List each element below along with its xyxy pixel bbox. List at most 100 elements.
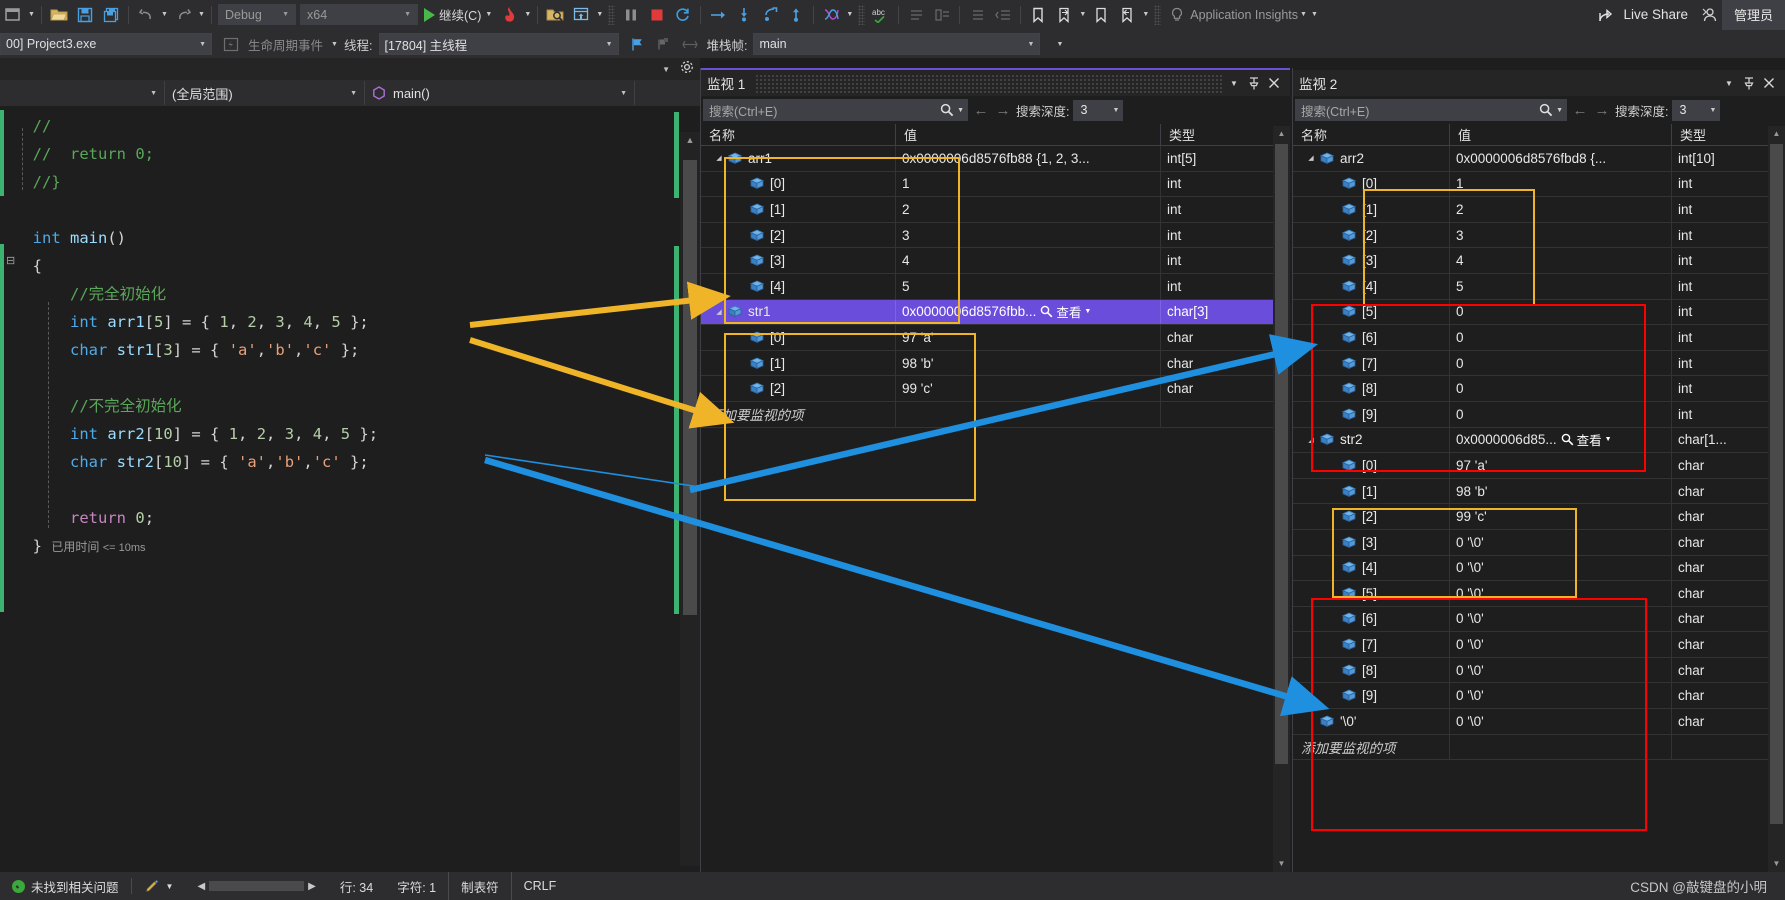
- table-row[interactable]: ◢ str2 0x0000006d85... 查看 ▼ char[1...: [1293, 427, 1785, 454]
- table-row[interactable]: [1] 98 'b' char: [1293, 478, 1785, 505]
- table-row[interactable]: [2] 3 int: [1293, 222, 1785, 249]
- table-row[interactable]: [4] 0 '\0' char: [1293, 555, 1785, 582]
- toolbar-grip-3[interactable]: [1154, 4, 1162, 25]
- table-row[interactable]: [7] 0 int: [1293, 350, 1785, 377]
- variable-value[interactable]: 5: [896, 273, 1161, 299]
- bookmark-icon[interactable]: [1025, 2, 1051, 28]
- redo-dropdown-caret[interactable]: ▼: [196, 11, 207, 18]
- member-combo[interactable]: main() ▼: [365, 81, 635, 105]
- table-row[interactable]: [4] 5 int: [701, 273, 1290, 300]
- threads-caret[interactable]: ▼: [844, 11, 855, 18]
- hot-reload-caret[interactable]: ▼: [522, 11, 533, 18]
- variable-value[interactable]: 97 'a': [1450, 453, 1672, 478]
- code-text-area[interactable]: ⊟ // // return 0; //} int main() { //完全初…: [0, 106, 700, 866]
- continue-button[interactable]: 继续(C) ▼: [420, 5, 496, 24]
- variable-value[interactable]: 2: [896, 197, 1161, 222]
- bookmark-prev-caret[interactable]: ▼: [1140, 11, 1151, 18]
- stackframe-combo[interactable]: main ▼: [753, 33, 1041, 55]
- variable-value[interactable]: 4: [896, 248, 1161, 273]
- table-row[interactable]: [4] 5 int: [1293, 273, 1785, 300]
- fold-toggle[interactable]: ⊟: [6, 254, 15, 267]
- spellcheck-icon[interactable]: abc: [868, 2, 894, 28]
- step-over-icon[interactable]: [705, 2, 731, 28]
- table-row[interactable]: [2] 99 'c' char: [701, 376, 1290, 402]
- watch-2-col-value[interactable]: 值: [1450, 124, 1672, 145]
- view-magnifier[interactable]: 查看 ▼: [1040, 302, 1091, 321]
- table-row[interactable]: [0] 97 'a' char: [701, 325, 1290, 351]
- debugbar-overflow-caret[interactable]: ▼: [1054, 41, 1065, 48]
- editor-dropdown-caret[interactable]: ▼: [662, 65, 670, 74]
- platform-combo[interactable]: x64 ▼: [300, 4, 418, 25]
- watch-1-pin-icon[interactable]: [1244, 73, 1264, 93]
- project-combo[interactable]: ▼: [0, 81, 165, 105]
- watch-1-vertical-scrollbar[interactable]: ▲ ▼: [1273, 126, 1290, 872]
- watch-2-scroll-thumb[interactable]: [1770, 144, 1783, 824]
- watch-2-col-name[interactable]: 名称: [1293, 124, 1450, 145]
- table-row[interactable]: [8] 0 '\0' char: [1293, 657, 1785, 684]
- save-all-icon[interactable]: [98, 2, 124, 28]
- table-row[interactable]: [3] 4 int: [701, 248, 1290, 274]
- watch-1-dropdown-icon[interactable]: ▼: [1224, 73, 1244, 93]
- user-icon[interactable]: [1696, 2, 1722, 28]
- table-row[interactable]: [0] 1 int: [701, 171, 1290, 198]
- attach-process-icon[interactable]: [542, 2, 568, 28]
- chevron-down-icon-3[interactable]: ▼: [485, 11, 492, 18]
- toolbar-grip-2[interactable]: [858, 4, 866, 25]
- threads-icon[interactable]: [818, 2, 844, 28]
- variable-value[interactable]: 0x0000006d85... 查看 ▼: [1450, 427, 1672, 453]
- table-row[interactable]: [5] 0 '\0' char: [1293, 581, 1785, 607]
- variable-value[interactable]: 0: [1450, 376, 1672, 401]
- watch-1-close-icon[interactable]: [1264, 73, 1284, 93]
- bookmark-prev2-icon[interactable]: [1114, 2, 1140, 28]
- open-folder-icon[interactable]: [46, 2, 72, 28]
- watch-1-next-match-icon[interactable]: →: [994, 102, 1012, 119]
- thread-combo[interactable]: [17804] 主线程 ▼: [378, 33, 619, 55]
- variable-value[interactable]: 0: [1450, 401, 1672, 427]
- variable-value[interactable]: 0: [1450, 325, 1672, 350]
- scope-combo[interactable]: (全局范围) ▼: [165, 81, 365, 105]
- variable-value[interactable]: 0 '\0': [1450, 606, 1672, 632]
- scroll-track[interactable]: [209, 881, 305, 891]
- variable-value[interactable]: 99 'c': [896, 376, 1161, 401]
- gear-icon[interactable]: [680, 60, 694, 79]
- lifecycle-events-icon[interactable]: [218, 31, 244, 57]
- codelens-button[interactable]: ▼: [132, 872, 186, 900]
- watch-2-scroll-up-icon[interactable]: ▲: [1768, 126, 1785, 142]
- row-expander[interactable]: ◢: [711, 308, 727, 316]
- watch-1-add-row[interactable]: 添加要监视的项: [701, 401, 1290, 428]
- variable-value[interactable]: 98 'b': [1450, 478, 1672, 504]
- outdent-icon[interactable]: [990, 2, 1016, 28]
- table-row[interactable]: [9] 0 '\0' char: [1293, 683, 1785, 710]
- bookmark-caret[interactable]: ▼: [1077, 11, 1088, 18]
- watch-2-col-type[interactable]: 类型: [1672, 124, 1769, 145]
- variable-value[interactable]: 0 '\0': [1450, 581, 1672, 606]
- variable-value[interactable]: 99 'c': [1450, 504, 1672, 529]
- watch-2-search-input[interactable]: 搜索(Ctrl+E) ▼: [1295, 99, 1567, 121]
- variable-value[interactable]: 1: [896, 171, 1161, 197]
- flag-icon[interactable]: [625, 31, 651, 57]
- variable-value[interactable]: 0 '\0': [1450, 529, 1672, 555]
- table-row[interactable]: '\0' 0 '\0' char: [1293, 709, 1785, 735]
- watch-2-next-match-icon[interactable]: →: [1593, 102, 1611, 119]
- variable-value[interactable]: 0 '\0': [1450, 683, 1672, 709]
- editor-vertical-scrollbar[interactable]: ▲ ▼: [680, 132, 700, 866]
- table-row[interactable]: ◢ arr2 0x0000006d8576fbd8 {... int[10]: [1293, 146, 1785, 172]
- watch-1-col-name[interactable]: 名称: [701, 124, 896, 145]
- undo-icon[interactable]: [133, 2, 159, 28]
- table-row[interactable]: [8] 0 int: [1293, 376, 1785, 402]
- watch-1-prev-match-icon[interactable]: ←: [972, 102, 990, 119]
- row-expander[interactable]: ◢: [1303, 436, 1319, 444]
- variable-value[interactable]: 0 '\0': [1450, 632, 1672, 657]
- variable-value[interactable]: 0x0000006d8576fb88 {1, 2, 3...: [896, 146, 1161, 171]
- codelens-caret[interactable]: ▼: [166, 882, 174, 891]
- source-code[interactable]: // // return 0; //} int main() { //完全初始化…: [0, 106, 700, 562]
- table-row[interactable]: [3] 4 int: [1293, 248, 1785, 274]
- table-row[interactable]: ◢ str1 0x0000006d8576fbb... 查看 ▼ char[3]: [701, 299, 1290, 326]
- watch-1-col-value[interactable]: 值: [896, 124, 1161, 145]
- app-insights-caret[interactable]: ▼: [1298, 11, 1309, 18]
- hot-reload-icon[interactable]: [496, 2, 522, 28]
- row-expander[interactable]: ◢: [711, 154, 727, 162]
- pause-icon[interactable]: [618, 2, 644, 28]
- table-row[interactable]: [7] 0 '\0' char: [1293, 632, 1785, 658]
- variable-value[interactable]: 0x0000006d8576fbb... 查看 ▼: [896, 299, 1161, 325]
